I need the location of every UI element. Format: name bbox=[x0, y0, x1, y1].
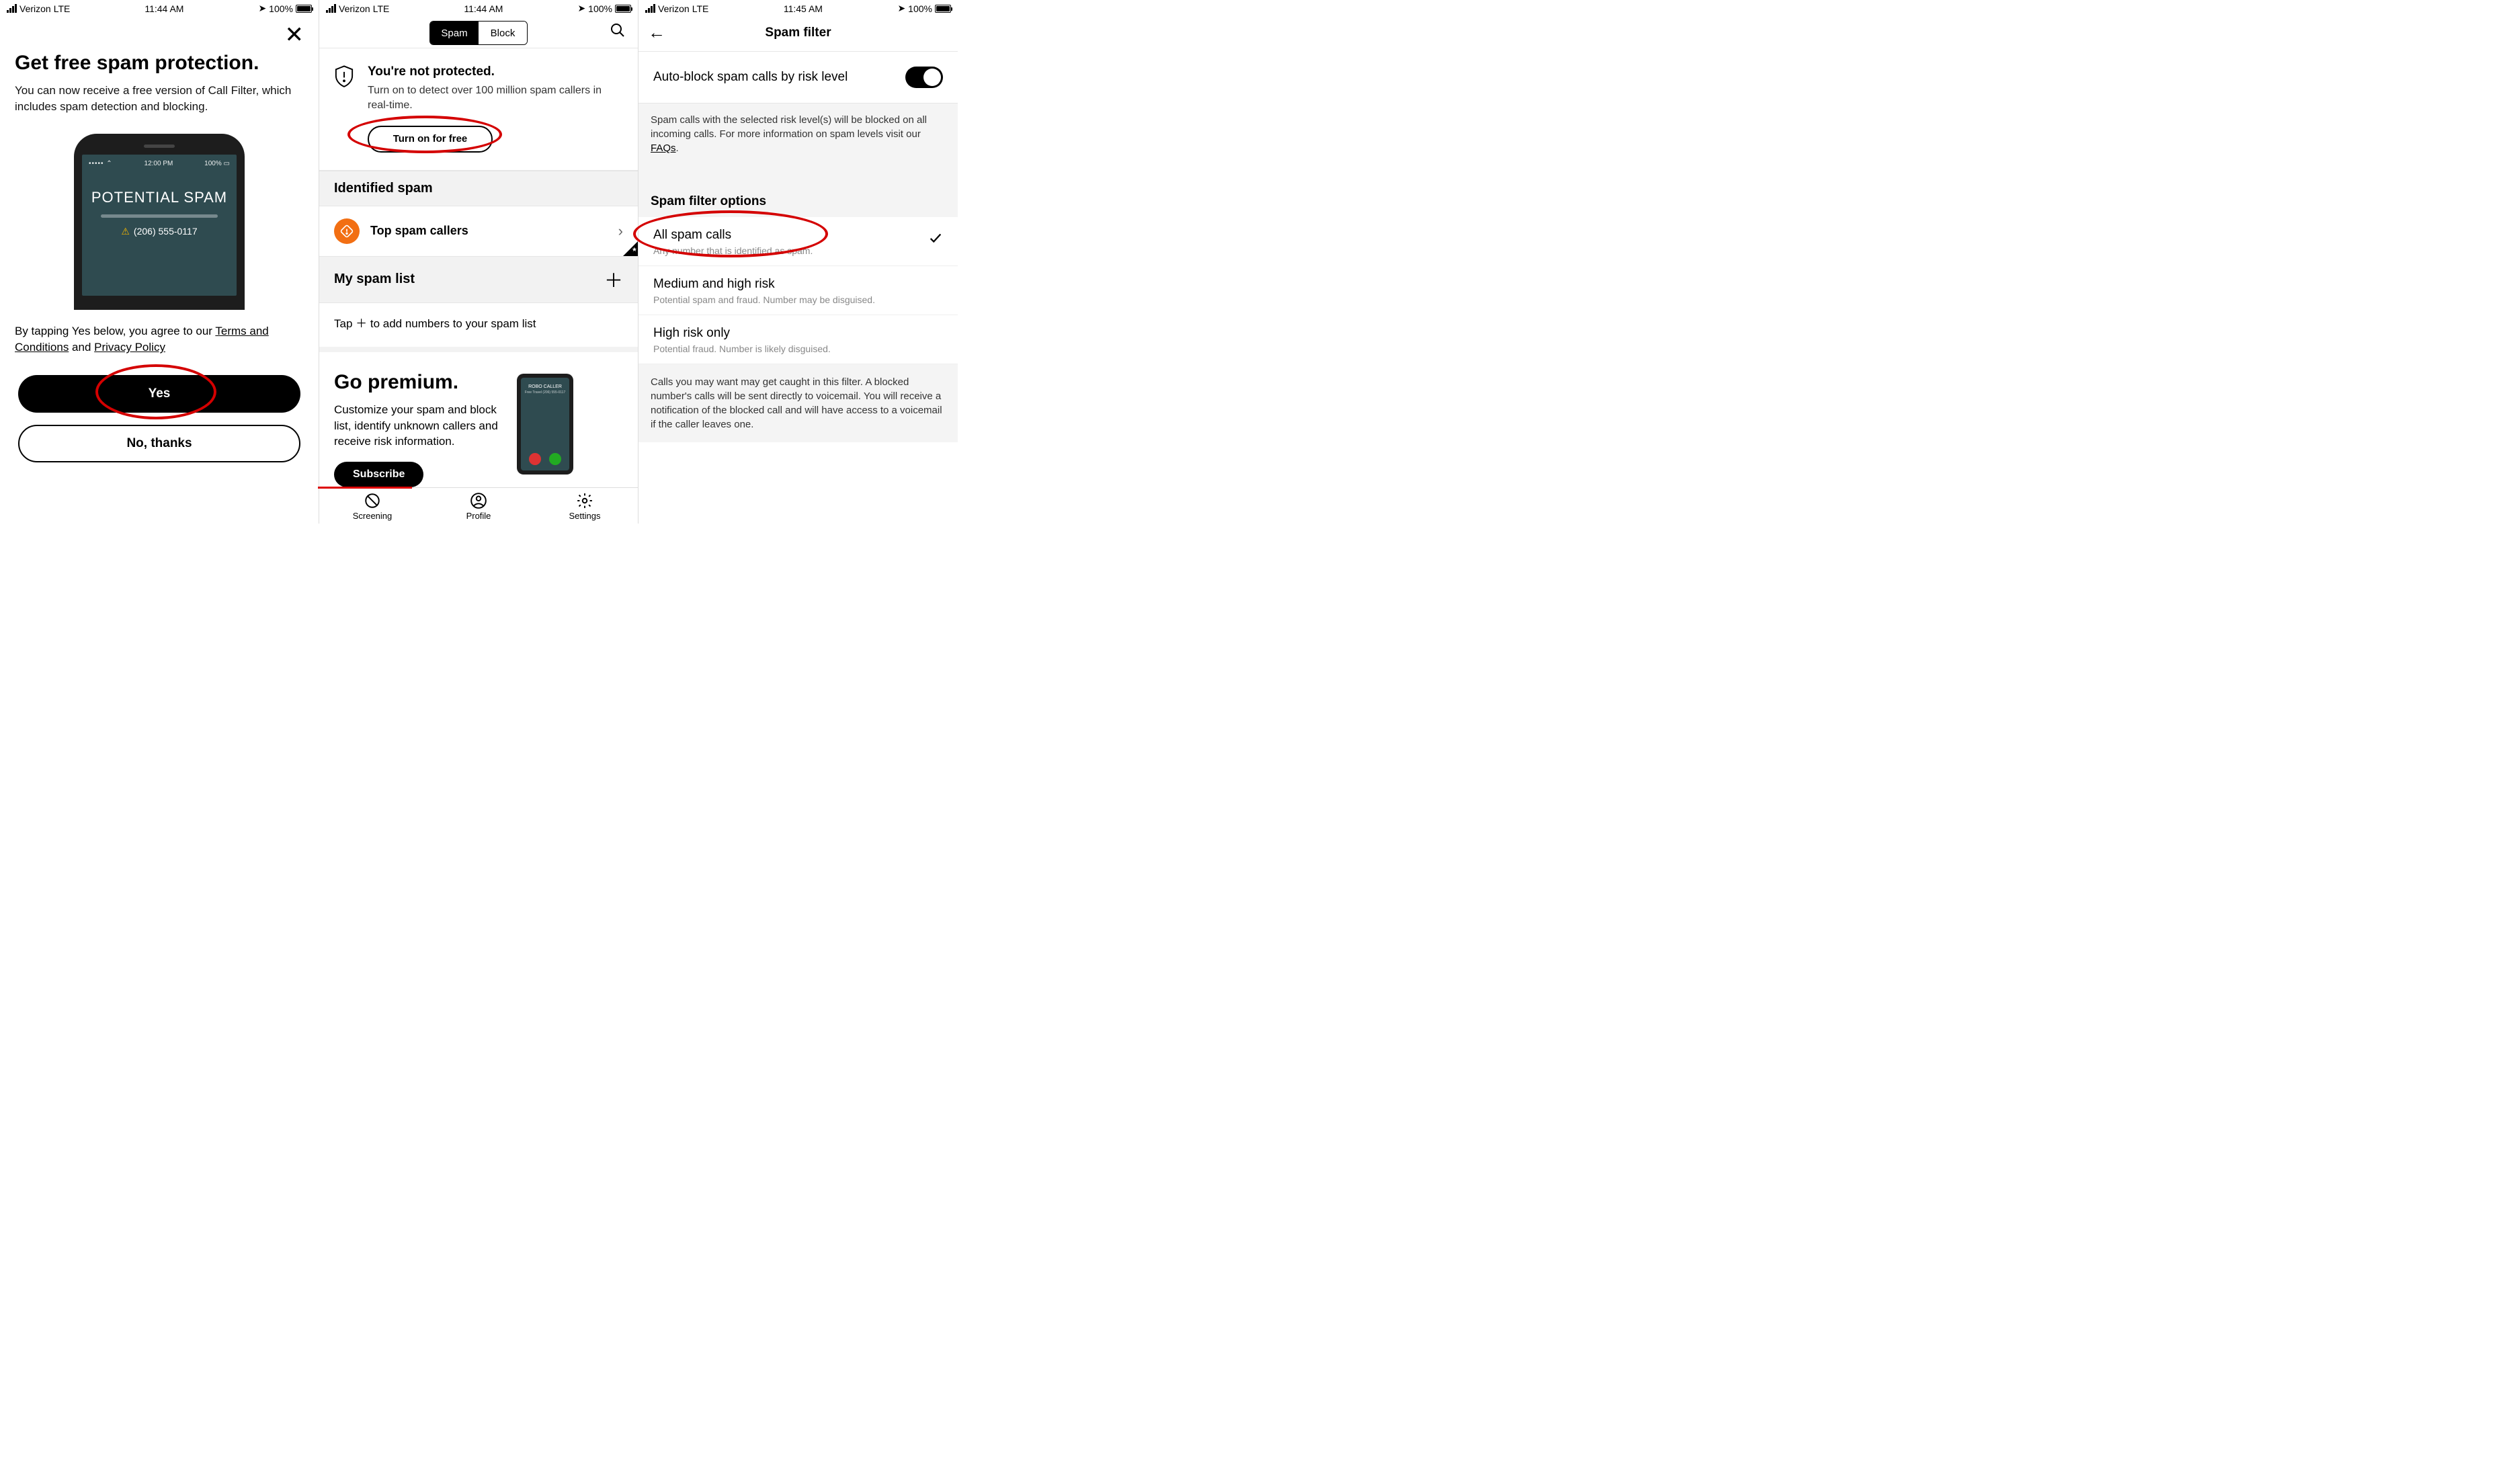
signal-icon bbox=[326, 4, 336, 13]
no-entry-icon bbox=[364, 492, 381, 509]
turn-on-button[interactable]: Turn on for free bbox=[368, 126, 493, 153]
chevron-right-icon: › bbox=[618, 222, 623, 240]
clock: 11:44 AM bbox=[464, 3, 503, 14]
phone-illustration: ••••• ⌃ 12:00 PM 100% ▭ POTENTIAL SPAM (… bbox=[15, 134, 304, 310]
signal-icon bbox=[645, 4, 655, 13]
premium-body: Customize your spam and block list, iden… bbox=[334, 402, 509, 450]
segmented-control: Spam Block bbox=[429, 21, 528, 45]
close-icon[interactable]: ✕ bbox=[285, 24, 304, 46]
clock: 11:45 AM bbox=[784, 3, 823, 14]
options-header: Spam filter options bbox=[639, 170, 958, 217]
protect-body: Turn on to detect over 100 million spam … bbox=[368, 83, 623, 114]
status-bar: Verizon LTE 11:44 AM ➤ 100% bbox=[319, 0, 638, 17]
spam-badge-icon bbox=[334, 218, 360, 244]
no-thanks-button[interactable]: No, thanks bbox=[18, 425, 300, 462]
gear-icon bbox=[576, 492, 593, 509]
signal-icon bbox=[7, 4, 17, 13]
option-all-spam[interactable]: All spam calls Any number that is identi… bbox=[639, 217, 958, 266]
tab-screening[interactable]: Screening bbox=[319, 488, 425, 524]
carrier-label: Verizon bbox=[19, 3, 51, 14]
location-icon: ➤ bbox=[897, 3, 905, 14]
battery-icon bbox=[935, 5, 951, 13]
tab-profile[interactable]: Profile bbox=[425, 488, 532, 524]
yes-button[interactable]: Yes bbox=[18, 375, 300, 413]
clock: 11:44 AM bbox=[145, 3, 183, 14]
section-my-spam-list: My spam list bbox=[334, 272, 415, 287]
screen-spam-list: Verizon LTE 11:44 AM ➤ 100% Spam Block Y… bbox=[319, 0, 639, 524]
nav-title: Spam filter bbox=[648, 26, 948, 40]
search-icon[interactable] bbox=[610, 22, 626, 42]
page-title: Get free spam protection. bbox=[15, 52, 304, 75]
tab-spam[interactable]: Spam bbox=[430, 22, 479, 44]
add-icon[interactable]: ＋ bbox=[604, 266, 623, 293]
filter-footnote: Calls you may want may get caught in thi… bbox=[639, 364, 958, 442]
tab-bar: Screening Profile Settings bbox=[319, 487, 638, 524]
option-med-high[interactable]: Medium and high risk Potential spam and … bbox=[639, 266, 958, 315]
premium-corner-icon bbox=[623, 241, 638, 256]
privacy-link[interactable]: Privacy Policy bbox=[94, 341, 165, 354]
premium-illustration: ROBO CALLER Free Travel (206) 555-0117 bbox=[517, 374, 573, 475]
status-bar: Verizon LTE 11:45 AM ➤ 100% bbox=[639, 0, 958, 17]
row-top-spam[interactable]: Top spam callers › bbox=[319, 206, 638, 256]
auto-block-label: Auto-block spam calls by risk level bbox=[653, 70, 848, 85]
tab-block[interactable]: Block bbox=[479, 22, 527, 44]
protect-title: You're not protected. bbox=[368, 65, 623, 79]
battery-icon bbox=[615, 5, 631, 13]
checkmark-icon bbox=[928, 231, 943, 249]
option-high-only[interactable]: High risk only Potential fraud. Number i… bbox=[639, 315, 958, 364]
premium-title: Go premium. bbox=[334, 371, 509, 394]
screen-spam-filter: Verizon LTE 11:45 AM ➤ 100% ← Spam filte… bbox=[639, 0, 958, 524]
location-icon: ➤ bbox=[577, 3, 585, 14]
terms-text: By tapping Yes below, you agree to our T… bbox=[15, 323, 304, 356]
location-icon: ➤ bbox=[258, 3, 266, 14]
faqs-link[interactable]: FAQs bbox=[651, 142, 676, 154]
screen-onboarding: Verizon LTE 11:44 AM ➤ 100% ✕ Get free s… bbox=[0, 0, 319, 524]
network-label: LTE bbox=[54, 3, 71, 14]
tap-note: Tap ＋ to add numbers to your spam list bbox=[319, 303, 638, 347]
person-icon bbox=[470, 492, 487, 509]
page-body: You can now receive a free version of Ca… bbox=[15, 83, 304, 115]
shield-alert-icon bbox=[334, 65, 356, 153]
battery-icon bbox=[296, 5, 312, 13]
section-identified-spam: Identified spam bbox=[319, 171, 638, 206]
status-bar: Verizon LTE 11:44 AM ➤ 100% bbox=[0, 0, 319, 17]
auto-block-toggle[interactable] bbox=[905, 67, 943, 88]
tab-settings[interactable]: Settings bbox=[532, 488, 638, 524]
auto-block-note: Spam calls with the selected risk level(… bbox=[639, 104, 958, 170]
subscribe-button[interactable]: Subscribe bbox=[334, 462, 423, 487]
battery-pct: 100% bbox=[269, 3, 293, 14]
